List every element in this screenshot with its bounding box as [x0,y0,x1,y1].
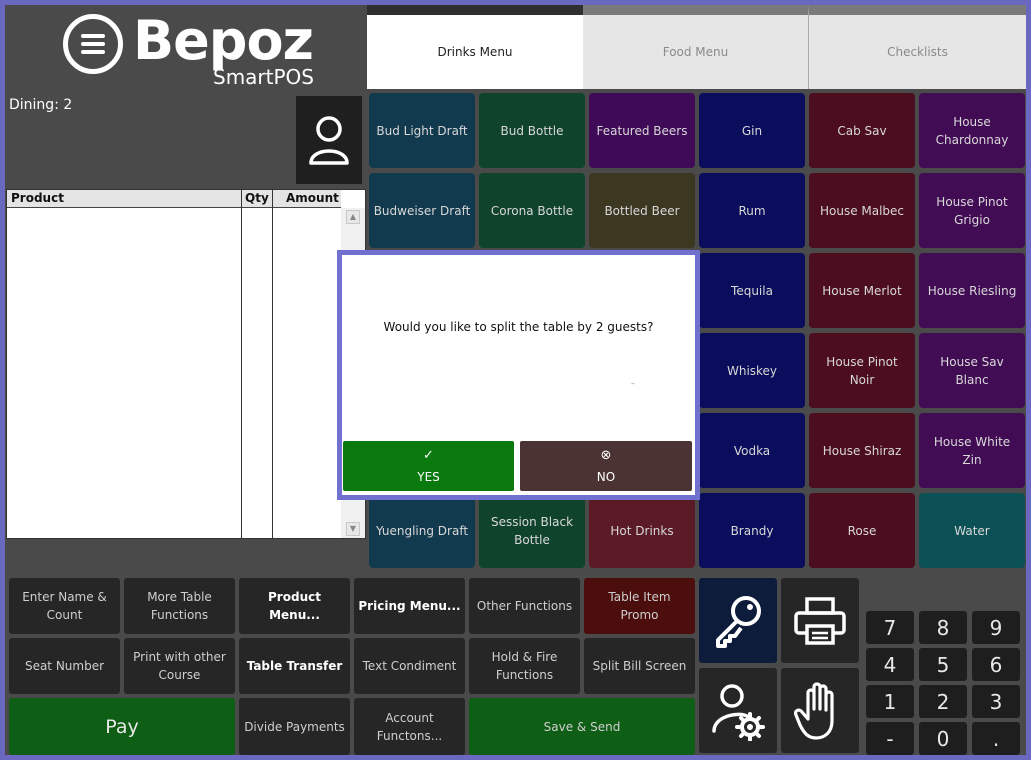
col-amount: Amount [286,191,339,205]
keypad-key[interactable]: . [972,722,1020,755]
product-button[interactable]: House Pinot Noir [809,333,915,408]
pos-screen: Bepoz SmartPOS Dining: 2 Product Qty Amo… [5,5,1026,755]
keypad-key[interactable]: 1 [866,685,914,718]
order-table[interactable]: Product Qty Amount ▲ ▼ [6,189,366,539]
product-button[interactable]: House Chardonnay [919,93,1025,168]
scroll-up-icon[interactable]: ▲ [346,210,360,224]
brand-name: Bepoz [133,9,314,72]
text-condiment-button[interactable]: Text Condiment [354,638,465,694]
tab-drinks-menu[interactable]: Drinks Menu [367,5,583,89]
pricing-menu-button[interactable]: Pricing Menu... [354,578,465,634]
user-settings-button[interactable] [699,668,777,753]
product-button[interactable]: House Pinot Grigio [919,173,1025,248]
brand-sub: SmartPOS [213,65,314,89]
hand-icon [794,681,834,740]
user-icon [309,116,349,165]
keypad-key[interactable]: 4 [866,648,914,681]
hold-fire-button[interactable]: Hold & Fire Functions [469,638,580,694]
check-icon: ✓ [423,448,434,463]
keypad-key[interactable]: 8 [919,611,967,644]
table-transfer-button[interactable]: Table Transfer [239,638,350,694]
dialog-message: Would you like to split the table by 2 g… [383,320,654,334]
product-button[interactable]: Bud Bottle [479,93,585,168]
keypad-key[interactable]: 3 [972,685,1020,718]
keypad-key[interactable]: 2 [919,685,967,718]
keypad-key[interactable]: 7 [866,611,914,644]
product-button[interactable]: Rose [809,493,915,568]
keypad-key[interactable]: 6 [972,648,1020,681]
product-button[interactable]: Rum [699,173,805,248]
more-table-functions-button[interactable]: More Table Functions [124,578,235,634]
save-send-button[interactable]: Save & Send [469,698,695,755]
printer-icon [794,596,846,645]
other-functions-button[interactable]: Other Functions [469,578,580,634]
product-button[interactable]: House Riesling [919,253,1025,328]
print-other-course-button[interactable]: Print with other Course [124,638,235,694]
product-button[interactable]: House Sav Blanc [919,333,1025,408]
product-button[interactable]: House Merlot [809,253,915,328]
keypad-key[interactable]: 9 [972,611,1020,644]
product-button[interactable]: Whiskey [699,333,805,408]
divide-payments-button[interactable]: Divide Payments [239,698,350,755]
table-item-promo-button[interactable]: Table Item Promo [584,578,695,634]
no-label: NO [596,470,616,484]
yes-label: YES [417,470,440,484]
col-divider [272,190,273,538]
key-icon [716,595,761,648]
pay-button[interactable]: Pay [9,698,235,755]
account-functions-button[interactable]: Account Functons... [354,698,465,755]
dining-count: Dining: 2 [9,97,73,113]
col-divider [241,190,242,538]
product-button[interactable]: Corona Bottle [479,173,585,248]
product-button[interactable]: Tequila [699,253,805,328]
hold-button[interactable] [781,668,859,753]
product-button[interactable]: Vodka [699,413,805,488]
product-button[interactable]: Featured Beers [589,93,695,168]
tab-checklists[interactable]: Checklists [808,5,1026,89]
product-button[interactable]: Water [919,493,1025,568]
product-button[interactable]: Bottled Beer [589,173,695,248]
order-table-header: Product Qty Amount [7,190,341,208]
product-button[interactable]: Brandy [699,493,805,568]
col-product: Product [11,191,64,205]
print-button[interactable] [781,578,859,663]
product-button[interactable]: Gin [699,93,805,168]
product-menu-button[interactable]: Product Menu... [239,578,350,634]
menu-tabs: Drinks Menu Food Menu Checklists [367,5,1026,89]
scroll-down-icon[interactable]: ▼ [346,522,360,536]
product-button[interactable]: Session Black Bottle [479,493,585,568]
keypad-key[interactable]: 0 [919,722,967,755]
product-button[interactable]: House Malbec [809,173,915,248]
dialog-tick-mark: – [631,379,635,388]
keypad-key[interactable]: - [866,722,914,755]
tab-food-menu[interactable]: Food Menu [583,5,808,89]
keypad-key[interactable]: 5 [919,648,967,681]
product-button[interactable]: House White Zin [919,413,1025,488]
menu-icon[interactable] [63,14,123,74]
enter-name-count-button[interactable]: Enter Name & Count [9,578,120,634]
product-button[interactable]: Cab Sav [809,93,915,168]
product-button[interactable]: Bud Light Draft [369,93,475,168]
product-button[interactable]: House Shiraz [809,413,915,488]
product-button[interactable]: Budweiser Draft [369,173,475,248]
yes-button[interactable]: ✓ YES [343,441,514,491]
customer-button[interactable] [296,96,362,184]
split-table-dialog: Would you like to split the table by 2 g… [337,250,700,500]
product-button[interactable]: Yuengling Draft [369,493,475,568]
user-settings-icon [712,683,765,741]
close-circle-icon: ⊗ [600,448,612,463]
seat-number-button[interactable]: Seat Number [9,638,120,694]
split-bill-button[interactable]: Split Bill Screen [584,638,695,694]
no-button[interactable]: ⊗ NO [520,441,692,491]
col-qty: Qty [245,191,269,205]
product-button[interactable]: Hot Drinks [589,493,695,568]
key-button[interactable] [699,578,777,663]
